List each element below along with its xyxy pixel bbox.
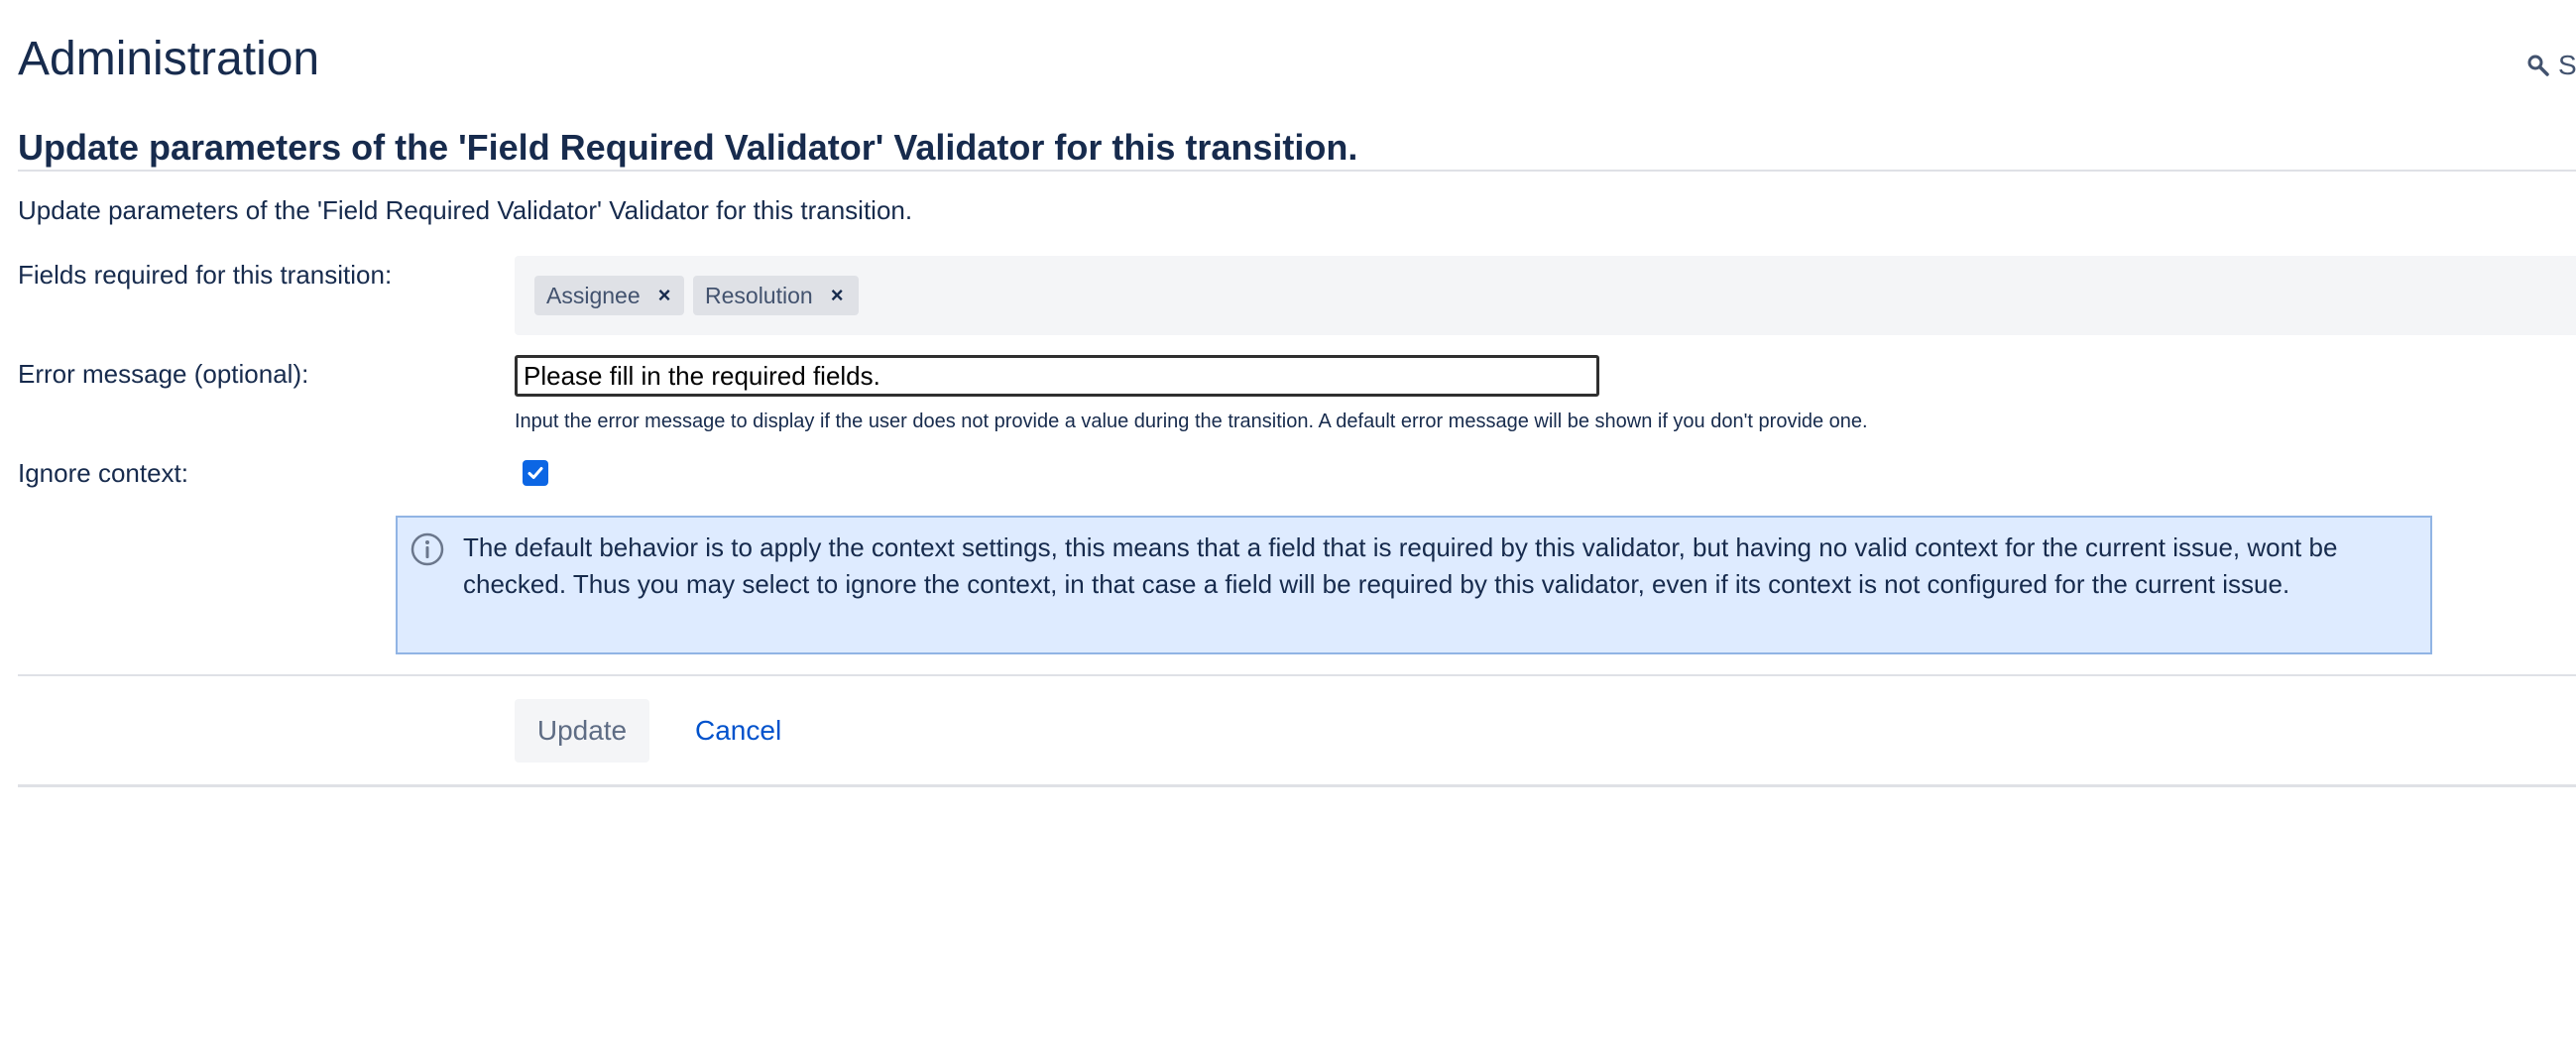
form-bottom-divider [18, 784, 2576, 787]
form-heading: Update parameters of the 'Field Required… [18, 127, 1358, 168]
info-message-text: The default behavior is to apply the con… [463, 532, 2338, 599]
fields-required-multiselect[interactable]: Assignee × Resolution × [515, 256, 2576, 335]
checkmark-icon [527, 467, 543, 479]
tag-label: Resolution [705, 282, 813, 308]
ignore-context-label: Ignore context: [18, 458, 188, 488]
ignore-context-checkbox[interactable] [523, 460, 548, 486]
form-description: Update parameters of the 'Field Required… [18, 195, 913, 225]
fields-required-label: Fields required for this transition: [18, 260, 393, 290]
admin-search[interactable]: S [2526, 46, 2576, 85]
cancel-link[interactable]: Cancel [695, 711, 781, 751]
remove-tag-icon[interactable]: × [658, 283, 671, 308]
field-tag-resolution: Resolution × [693, 276, 859, 315]
field-tag-assignee: Assignee × [534, 276, 684, 315]
update-button[interactable]: Update [515, 699, 649, 763]
error-message-help: Input the error message to display if th… [515, 411, 1868, 432]
heading-divider [18, 170, 2576, 172]
search-label[interactable]: S [2558, 46, 2576, 85]
error-message-label: Error message (optional): [18, 359, 309, 389]
administration-page: Administration S Update parameters of th… [0, 0, 2576, 1059]
error-message-input[interactable] [515, 355, 1599, 397]
buttons-top-divider [18, 674, 2576, 676]
page-title: Administration [18, 33, 320, 85]
info-icon [410, 532, 444, 566]
info-message: The default behavior is to apply the con… [396, 516, 2432, 654]
search-icon[interactable] [2526, 54, 2550, 77]
tag-label: Assignee [546, 282, 641, 308]
remove-tag-icon[interactable]: × [831, 283, 844, 308]
